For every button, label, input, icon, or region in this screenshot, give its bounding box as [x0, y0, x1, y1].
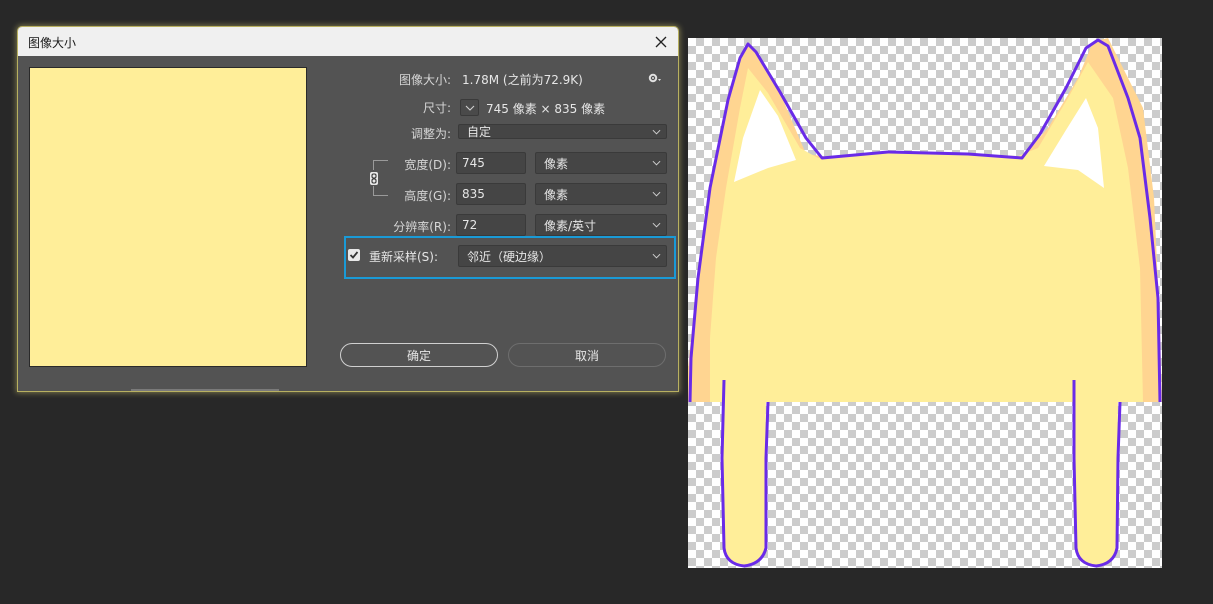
- height-input[interactable]: 835: [456, 183, 526, 205]
- image-preview[interactable]: [29, 67, 307, 367]
- resample-method-value: 邻近（硬边缘）: [467, 249, 552, 264]
- resample-checkbox[interactable]: [348, 249, 360, 261]
- image-size-dialog: 图像大小 图像大小: 1.78M (之前为72.9K) 尺寸: 745 像素 ×…: [18, 27, 678, 391]
- document-canvas[interactable]: [688, 38, 1162, 568]
- resample-method-select[interactable]: 邻近（硬边缘）: [458, 245, 667, 267]
- fit-to-value: 自定: [467, 125, 492, 139]
- settings-button[interactable]: [648, 72, 662, 86]
- image-size-label: 图像大小:: [398, 73, 451, 87]
- chevron-down-icon: [652, 160, 661, 166]
- dialog-titlebar[interactable]: 图像大小: [18, 27, 678, 56]
- width-unit-select[interactable]: 像素: [535, 152, 667, 174]
- resolution-label: 分辨率(R):: [393, 220, 451, 234]
- chevron-down-icon: [652, 253, 661, 259]
- dialog-title: 图像大小: [28, 36, 77, 50]
- image-size-value: 1.78M (之前为72.9K): [462, 73, 583, 87]
- chevron-down-icon: [465, 105, 474, 111]
- cat-leg-left: [723, 378, 766, 565]
- height-unit-select[interactable]: 像素: [535, 183, 667, 205]
- fit-to-label: 调整为:: [410, 127, 451, 141]
- dimensions-dropdown[interactable]: [460, 99, 479, 116]
- resolution-unit-value: 像素/英寸: [544, 218, 597, 233]
- gear-icon: [648, 73, 661, 83]
- width-label: 宽度(D):: [404, 158, 451, 172]
- ok-button[interactable]: 确定: [340, 343, 498, 367]
- dimensions-label: 尺寸:: [422, 101, 451, 115]
- chevron-down-icon: [652, 191, 661, 197]
- close-icon: [655, 36, 667, 48]
- cat-leg-right: [1075, 378, 1118, 565]
- width-input[interactable]: 745: [456, 152, 526, 174]
- height-unit-value: 像素: [544, 187, 569, 202]
- cancel-button[interactable]: 取消: [508, 343, 666, 367]
- resolution-input[interactable]: 72: [456, 214, 526, 236]
- width-unit-value: 像素: [544, 156, 569, 171]
- resolution-unit-select[interactable]: 像素/英寸: [535, 214, 667, 236]
- cat-artwork: [688, 38, 1162, 568]
- close-button[interactable]: [650, 31, 672, 53]
- dimensions-value: 745 像素 × 835 像素: [486, 102, 606, 116]
- preview-scrollbar[interactable]: [131, 389, 279, 391]
- height-label: 高度(G):: [404, 189, 451, 203]
- fit-to-select[interactable]: 自定: [458, 124, 667, 139]
- check-icon: [349, 251, 359, 259]
- chevron-down-icon: [652, 222, 661, 228]
- resample-label: 重新采样(S):: [369, 250, 439, 264]
- chevron-down-icon: [652, 129, 661, 135]
